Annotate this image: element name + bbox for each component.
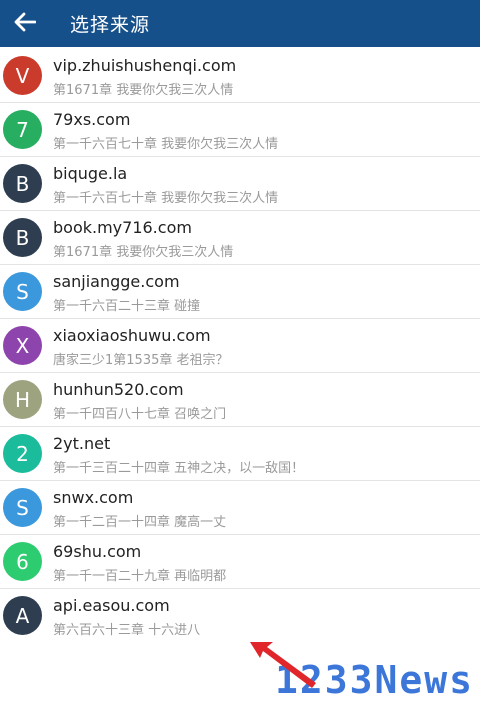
latest-chapter: 第1671章 我要你欠我三次人情: [53, 83, 234, 98]
source-item[interactable]: Hhunhun520.com 第一千四百八十七章 召唤之门: [0, 373, 480, 427]
source-item[interactable]: 6 69shu.com 第一千一百二十九章 再临明都: [0, 535, 480, 589]
app-bar: 选择来源: [0, 0, 480, 47]
latest-chapter: 第一千二百一十四章 魔高一丈: [53, 515, 227, 530]
source-item[interactable]: Bbiquge.la 第一千六百七十章 我要你欠我三次人情: [0, 157, 480, 211]
source-name: 79xs.com: [53, 110, 131, 129]
latest-chapter: 第一千六百七十章 我要你欠我三次人情: [53, 191, 279, 206]
source-avatar: S: [3, 272, 42, 311]
source-name: snwx.com: [53, 488, 134, 507]
latest-chapter: 第一千四百八十七章 召唤之门: [53, 407, 227, 422]
latest-chapter: 第一千六百二十三章 碰撞: [53, 299, 201, 314]
source-name: biquge.la: [53, 164, 128, 183]
latest-chapter: 第六百六十三章 十六进八: [53, 623, 201, 638]
red-arrow-icon: [250, 642, 316, 688]
latest-chapter: 第一千六百七十章 我要你欠我三次人情: [53, 137, 279, 152]
source-avatar: B: [3, 164, 42, 203]
source-list: Vvip.zhuishushenqi.com 第1671章 我要你欠我三次人情 7 7…: [0, 49, 480, 643]
source-name: book.my716.com: [53, 218, 192, 237]
source-item[interactable]: Ssanjiangge.com 第一千六百二十三章 碰撞: [0, 265, 480, 319]
source-item[interactable]: 2 2yt.net 第一千三百二十四章 五神之决，以一敌国！: [0, 427, 480, 481]
source-item[interactable]: Ssnwx.com 第一千二百一十四章 魔高一丈: [0, 481, 480, 535]
source-avatar: A: [3, 596, 42, 635]
source-item[interactable]: Xxiaoxiaoshuwu.com 唐家三少1第1535章 老祖宗？: [0, 319, 480, 373]
source-item[interactable]: 7 79xs.com 第一千六百七十章 我要你欠我三次人情: [0, 103, 480, 157]
source-avatar: V: [3, 56, 42, 95]
source-avatar: B: [3, 218, 42, 257]
latest-chapter: 第一千三百二十四章 五神之决，以一敌国！: [53, 461, 305, 476]
latest-chapter: 第1671章 我要你欠我三次人情: [53, 245, 234, 260]
source-name: xiaoxiaoshuwu.com: [53, 326, 211, 345]
source-avatar: S: [3, 488, 42, 527]
source-avatar: 7: [3, 110, 42, 149]
source-item[interactable]: Bbook.my716.com 第1671章 我要你欠我三次人情: [0, 211, 480, 265]
source-item[interactable]: Aapi.easou.com 第六百六十三章 十六进八: [0, 589, 480, 643]
source-name: 2yt.net: [53, 434, 111, 453]
source-name: api.easou.com: [53, 596, 170, 615]
latest-chapter: 唐家三少1第1535章 老祖宗？: [53, 353, 229, 368]
source-name: vip.zhuishushenqi.com: [53, 56, 237, 75]
back-button[interactable]: [0, 0, 50, 47]
arrow-left-icon: [14, 12, 37, 36]
source-name: 69shu.com: [53, 542, 142, 561]
source-avatar: H: [3, 380, 42, 419]
source-avatar: 2: [3, 434, 42, 473]
source-avatar: X: [3, 326, 42, 365]
latest-chapter: 第一千一百二十九章 再临明都: [53, 569, 227, 584]
source-name: sanjiangge.com: [53, 272, 180, 291]
source-item[interactable]: Vvip.zhuishushenqi.com 第1671章 我要你欠我三次人情: [0, 49, 480, 103]
page-title: 选择来源: [70, 14, 151, 36]
source-avatar: 6: [3, 542, 42, 581]
source-name: hunhun520.com: [53, 380, 184, 399]
